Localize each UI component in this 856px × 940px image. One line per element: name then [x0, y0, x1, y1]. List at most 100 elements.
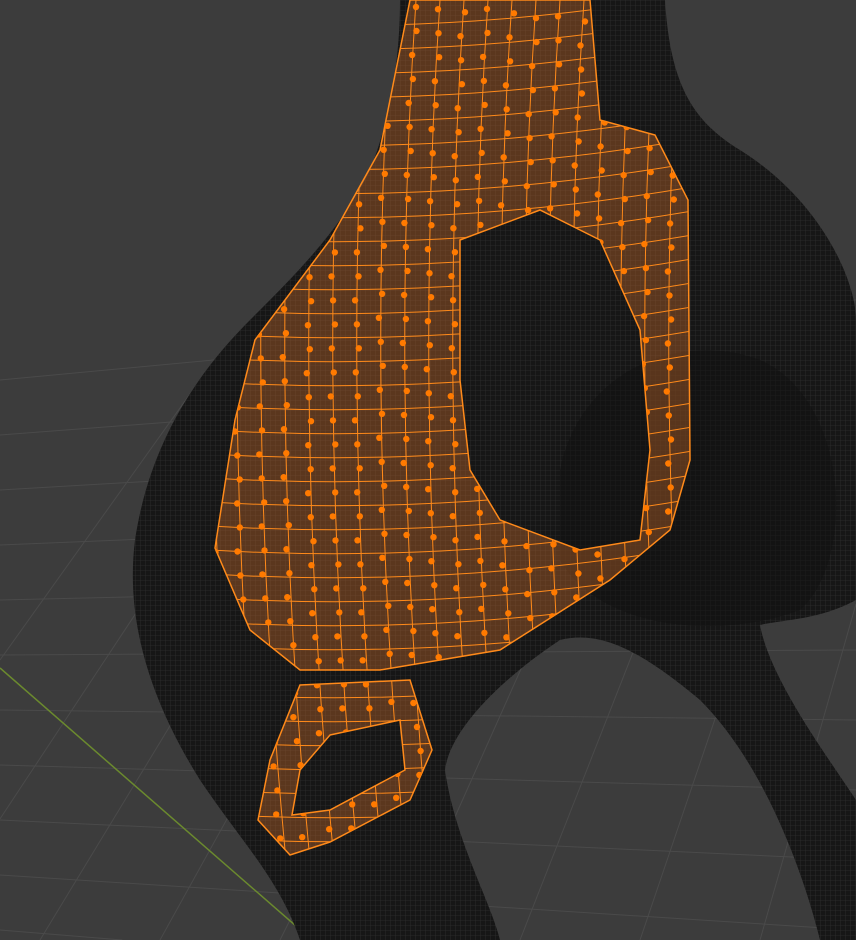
vertex-dot-icon	[483, 5, 491, 13]
viewport-canvas[interactable]	[0, 0, 856, 940]
vertex-dot-icon	[425, 390, 432, 397]
vertex-dot-icon	[217, 69, 225, 76]
vertex-dot-icon	[359, 57, 367, 64]
vertex-dot-icon	[382, 578, 389, 585]
vertex-dot-icon	[292, 18, 300, 25]
vertex-dot-icon	[503, 634, 510, 641]
vertex-dot-icon	[475, 197, 483, 205]
vertex-dot-icon	[659, 840, 666, 848]
vertex-dot-icon	[235, 212, 243, 219]
vertex-dot-icon	[601, 647, 608, 654]
vertex-dot-icon	[621, 555, 628, 563]
vertex-dot-icon	[619, 243, 626, 251]
vertex-dot-icon	[477, 125, 484, 133]
vertex-dot-icon	[679, 772, 686, 779]
vertex-dot-icon	[280, 306, 288, 313]
vertex-dot-icon	[426, 198, 434, 205]
vertex-dot-icon	[265, 619, 272, 626]
vertex-dot-icon	[390, 2, 398, 9]
vertex-dot-icon	[232, 861, 238, 867]
vertex-dot-icon	[379, 554, 386, 561]
vertex-dot-icon	[409, 75, 417, 83]
vertex-dot-icon	[435, 30, 442, 37]
vertex-dot-icon	[238, 164, 245, 171]
vertex-dot-icon	[667, 316, 675, 323]
vertex-dot-icon	[451, 249, 459, 256]
vertex-dot-icon	[504, 130, 511, 137]
vertex-dot-icon	[293, 42, 300, 49]
vertex-dot-icon	[282, 258, 290, 265]
vertex-dot-icon	[521, 850, 528, 855]
vertex-dot-icon	[628, 723, 635, 731]
vertex-dot-icon	[575, 138, 582, 145]
vertex-dot-icon	[478, 149, 485, 157]
vertex-dot-icon	[577, 666, 584, 673]
vertex-dot-icon	[582, 738, 590, 745]
vertex-dot-icon	[435, 654, 442, 661]
vertex-dot-icon	[309, 610, 316, 617]
vertex-dot-icon	[355, 345, 362, 352]
vertex-dot-icon	[263, 115, 270, 122]
vertex-dot-icon	[381, 530, 388, 537]
vertex-dot-icon	[335, 129, 342, 136]
vertex-dot-icon	[256, 451, 263, 458]
vertex-dot-icon	[642, 264, 650, 272]
vertex-dot-icon	[426, 270, 433, 277]
vertex-dot-icon	[448, 345, 455, 352]
vertex-dot-icon	[604, 743, 612, 750]
vertex-dot-icon	[452, 441, 459, 448]
vertex-dot-icon	[502, 82, 510, 89]
vertex-dot-icon	[404, 195, 412, 203]
vertex-dot-icon	[308, 562, 315, 569]
vertex-dot-icon	[452, 489, 459, 496]
vertex-dot-icon	[626, 675, 633, 683]
vertex-dot-icon	[286, 138, 293, 145]
vertex-dot-icon	[617, 219, 625, 227]
vertex-dot-icon	[428, 222, 435, 229]
vertex-dot-icon	[413, 723, 421, 731]
vertex-dot-icon	[333, 585, 340, 592]
vertex-dot-icon	[449, 417, 457, 424]
vertex-dot-icon	[240, 92, 248, 99]
vertex-dot-icon	[455, 129, 462, 136]
vertex-dot-icon	[386, 50, 394, 57]
vertex-dot-icon	[400, 411, 408, 419]
vertex-dot-icon	[315, 658, 322, 665]
vertex-dot-icon	[307, 514, 314, 521]
vertex-dot-icon	[426, 342, 433, 349]
3d-viewport[interactable]	[0, 0, 856, 940]
vertex-dot-icon	[337, 33, 344, 40]
vertex-dot-icon	[215, 213, 221, 220]
vertex-dot-icon	[290, 642, 297, 649]
vertex-dot-icon	[386, 26, 393, 33]
vertex-dot-icon	[334, 105, 341, 112]
vertex-dot-icon	[656, 792, 663, 800]
vertex-dot-icon	[431, 78, 439, 85]
vertex-dot-icon	[259, 571, 266, 578]
vertex-dot-icon	[528, 62, 536, 70]
vertex-dot-icon	[408, 651, 415, 659]
vertex-dot-icon	[546, 205, 554, 212]
vertex-dot-icon	[412, 3, 420, 11]
vertex-dot-icon	[385, 602, 392, 609]
vertex-dot-icon	[221, 21, 229, 28]
vertex-dot-icon	[634, 795, 641, 803]
vertex-dot-icon	[349, 801, 356, 808]
vertex-dot-icon	[299, 834, 306, 841]
vertex-dot-icon	[668, 244, 675, 251]
vertex-dot-icon	[306, 202, 314, 209]
vertex-dot-icon	[427, 510, 434, 517]
vertex-dot-icon	[262, 595, 269, 602]
vertex-dot-icon	[401, 219, 408, 227]
vertex-dot-icon	[331, 321, 339, 328]
vertex-dot-icon	[234, 500, 241, 507]
vertex-dot-icon	[481, 629, 488, 637]
vertex-dot-icon	[578, 90, 586, 97]
vertex-dot-icon	[338, 81, 346, 88]
vertex-dot-icon	[624, 699, 632, 707]
vertex-dot-icon	[555, 733, 563, 740]
vertex-dot-icon	[288, 66, 296, 73]
vertex-dot-icon	[228, 837, 235, 844]
vertex-dot-icon	[536, 782, 543, 790]
vertex-dot-icon	[524, 206, 532, 214]
